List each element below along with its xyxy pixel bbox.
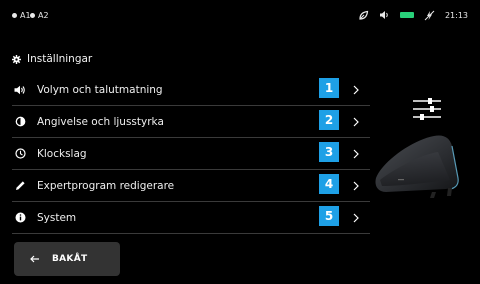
back-button-label: BAKÅT <box>52 254 88 264</box>
menu-item-number-badge: 4 <box>319 174 339 194</box>
info-icon <box>13 212 27 223</box>
back-button[interactable]: BAKÅT <box>14 242 120 276</box>
menu-item-label: Angivelse och ljusstyrka <box>37 115 164 128</box>
sim-indicator-a1: A1 <box>12 11 31 20</box>
menu-item-display[interactable]: Angivelse och ljusstyrka 2 <box>12 106 370 138</box>
page-title: Inställningar <box>27 52 93 65</box>
menu-item-volume[interactable]: Volym och talutmatning 1 <box>12 74 370 106</box>
menu-item-number-badge: 3 <box>319 142 339 162</box>
sim-dot-icon <box>12 13 17 18</box>
pencil-icon <box>13 180 27 191</box>
page-header: Inställningar <box>12 49 92 68</box>
status-icons: 21:13 <box>348 8 468 22</box>
sliders-icon <box>412 98 442 124</box>
battery-icon <box>399 12 414 18</box>
charging-off-icon <box>424 10 435 21</box>
settings-menu: Volym och talutmatning 1 Angivelse och l… <box>12 74 370 234</box>
chevron-right-icon <box>350 178 362 194</box>
clock-icon <box>13 148 27 159</box>
menu-item-number-badge: 1 <box>319 78 339 98</box>
brightness-icon <box>13 116 27 127</box>
chevron-right-icon <box>350 146 362 162</box>
menu-item-number-badge: 2 <box>319 110 339 130</box>
menu-item-expert-program[interactable]: Expertprogram redigerare 4 <box>12 170 370 202</box>
gear-icon <box>12 49 21 68</box>
sim-dot-icon <box>30 13 35 18</box>
chevron-right-icon <box>350 82 362 98</box>
sim-indicator-a2: A2 <box>30 11 49 20</box>
chevron-right-icon <box>350 114 362 130</box>
menu-item-system[interactable]: System 5 <box>12 202 370 234</box>
status-bar: A1 A2 21:13 <box>0 0 480 34</box>
settings-screen: A1 A2 21:13 Inställningar Volym och talu… <box>0 0 480 284</box>
menu-item-clock[interactable]: Klockslag 3 <box>12 138 370 170</box>
sim1-label: A1 <box>20 11 31 20</box>
menu-item-label: Expertprogram redigerare <box>37 179 175 192</box>
status-time: 21:13 <box>444 10 468 20</box>
menu-item-label: Volym och talutmatning <box>37 83 163 96</box>
leaf-icon <box>358 10 369 21</box>
arrow-left-icon <box>30 255 40 263</box>
menu-item-label: Klockslag <box>37 147 87 160</box>
volume-icon <box>379 10 390 20</box>
sim2-label: A2 <box>38 11 49 20</box>
menu-item-number-badge: 5 <box>319 206 339 226</box>
device-illustration <box>372 132 464 202</box>
speaker-icon <box>13 85 27 95</box>
chevron-right-icon <box>350 210 362 226</box>
menu-item-label: System <box>37 211 77 224</box>
